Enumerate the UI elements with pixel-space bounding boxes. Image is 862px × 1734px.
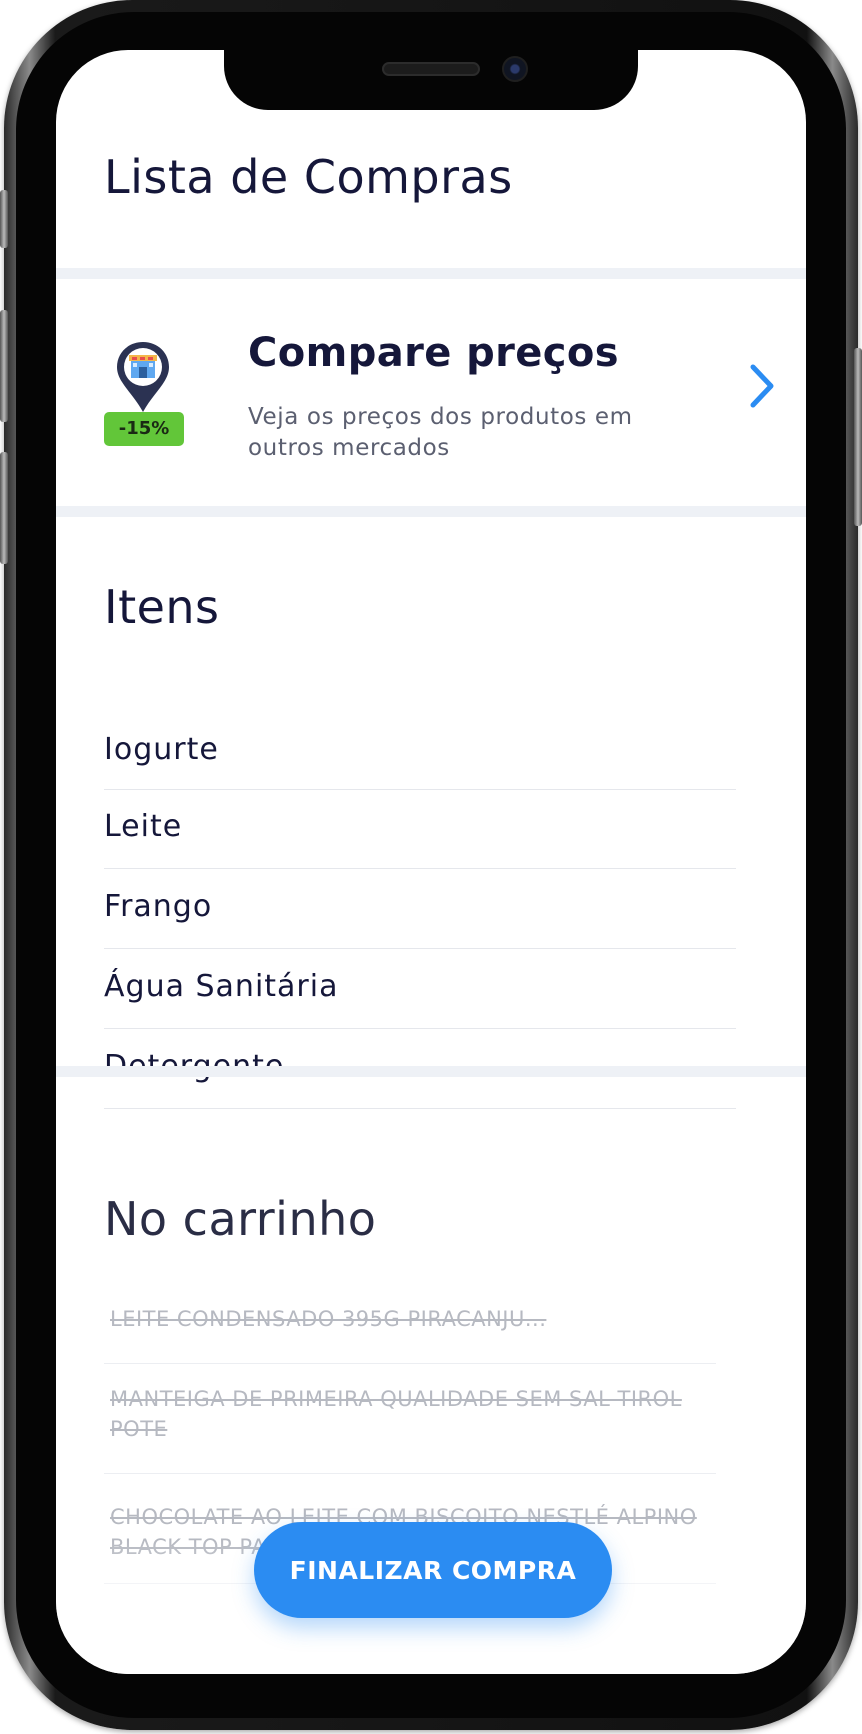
volume-down-button (0, 452, 8, 564)
cart-item[interactable]: MANTEIGA DE PRIMEIRA QUALIDADE SEM SAL T… (104, 1364, 716, 1474)
compare-prices-subtitle: Veja os preços dos produtos em outros me… (248, 404, 633, 461)
chevron-right-icon[interactable] (748, 362, 776, 410)
app-screen: Lista de Compras -15% Compare preços Vej… (56, 50, 806, 1674)
divider (56, 268, 806, 279)
divider (56, 506, 806, 517)
list-item[interactable]: Iogurte (104, 720, 736, 790)
finalize-purchase-button[interactable]: FINALIZAR COMPRA (254, 1522, 612, 1618)
discount-badge: -15% (104, 412, 184, 446)
power-button (854, 348, 862, 526)
list-item[interactable]: Leite (104, 790, 736, 869)
compare-prices-title: Compare preços (248, 330, 620, 376)
shopping-items-list: Iogurte Leite Frango Água Sanitária Dete… (104, 720, 736, 1109)
volume-up-button (0, 310, 8, 422)
divider (56, 1066, 806, 1077)
mute-switch (0, 190, 8, 248)
compare-prices-card[interactable]: -15% Compare preços Veja os preços dos p… (56, 280, 806, 506)
store-location-pin-icon (117, 342, 169, 412)
cart-item[interactable]: LEITE CONDENSADO 395G PIRACANJU... (104, 1296, 716, 1364)
front-camera-icon (502, 56, 528, 82)
items-section-title: Itens (104, 580, 220, 634)
list-item[interactable]: Frango (104, 869, 736, 949)
page-title: Lista de Compras (104, 150, 513, 204)
cart-section-title: No carrinho (104, 1192, 377, 1246)
list-item[interactable]: Água Sanitária (104, 949, 736, 1029)
speaker-grille (382, 62, 480, 76)
phone-notch (224, 50, 638, 110)
